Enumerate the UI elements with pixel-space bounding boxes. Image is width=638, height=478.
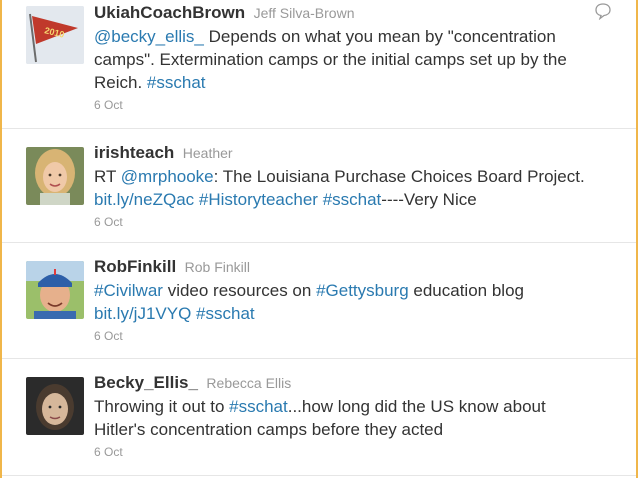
text-segment: ----Very Nice (381, 190, 477, 209)
mention-link[interactable]: @becky_ellis_ (94, 27, 204, 46)
tweet-timeline: 2010 UkiahCoachBrown Jeff Silva-Brown @b… (2, 0, 636, 478)
tweet-header: Becky_Ellis_ Rebecca Ellis (94, 372, 596, 395)
tweet-header: UkiahCoachBrown Jeff Silva-Brown (94, 2, 596, 25)
hashtag-link[interactable]: #sschat (196, 304, 255, 323)
tweet-header: RobFinkill Rob Finkill (94, 256, 596, 279)
text-segment: education blog (408, 281, 524, 300)
full-name: Rob Finkill (184, 259, 250, 275)
tweet-header: irishteach Heather (94, 142, 596, 165)
screen-name[interactable]: RobFinkill (94, 257, 176, 276)
hashtag-link[interactable]: #sschat (229, 397, 288, 416)
full-name: Rebecca Ellis (206, 375, 292, 391)
screen-name[interactable]: Becky_Ellis_ (94, 373, 198, 392)
tweet-item[interactable]: RobFinkill Rob Finkill #Civilwar video r… (2, 243, 636, 359)
woman-portrait-avatar-icon[interactable] (26, 147, 84, 205)
tweet-text: Throwing it out to #sschat...how long di… (94, 395, 596, 441)
text-segment: : The Louisiana Purchase Choices Board P… (213, 167, 585, 186)
tweet-timestamp[interactable]: 6 Oct (94, 98, 596, 112)
screen-name[interactable]: irishteach (94, 143, 174, 162)
tweet-item[interactable]: Becky_Ellis_ Rebecca Ellis Throwing it o… (2, 359, 636, 476)
screen-name[interactable]: UkiahCoachBrown (94, 3, 245, 22)
text-segment: video resources on (162, 281, 317, 300)
text-segment: RT (94, 167, 121, 186)
tweet-timestamp[interactable]: 6 Oct (94, 445, 596, 459)
full-name: Jeff Silva-Brown (253, 5, 355, 21)
hashtag-link[interactable]: #Civilwar (94, 281, 163, 300)
mention-link[interactable]: @mrphooke (121, 167, 214, 186)
text-segment: Throwing it out to (94, 397, 230, 416)
man-baseball-cap-avatar-icon[interactable] (26, 261, 84, 319)
hashtag-link[interactable]: #Historyteacher (199, 190, 318, 209)
url-link[interactable]: bit.ly/jJ1VYQ (94, 304, 191, 323)
tweet-text: @becky_ellis_ Depends on what you mean b… (94, 25, 596, 94)
tweet-item[interactable]: irishteach Heather RT @mrphooke: The Lou… (2, 129, 636, 243)
tweet-item[interactable]: 2010 UkiahCoachBrown Jeff Silva-Brown @b… (2, 0, 636, 129)
tweet-timestamp[interactable]: 6 Oct (94, 329, 596, 343)
url-link[interactable]: bit.ly/neZQac (94, 190, 194, 209)
tweet-timestamp[interactable]: 6 Oct (94, 215, 596, 229)
hashtag-link[interactable]: #Gettysburg (316, 281, 409, 300)
hashtag-link[interactable]: #sschat (147, 73, 206, 92)
pennant-flag-avatar-icon[interactable]: 2010 (26, 6, 84, 64)
tweet-text: #Civilwar video resources on #Gettysburg… (94, 279, 596, 325)
speech-bubble-icon[interactable] (594, 2, 612, 20)
full-name: Heather (182, 145, 233, 161)
woman-portrait-dark-avatar-icon[interactable] (26, 377, 84, 435)
tweet-text: RT @mrphooke: The Louisiana Purchase Cho… (94, 165, 596, 211)
hashtag-link[interactable]: #sschat (323, 190, 382, 209)
